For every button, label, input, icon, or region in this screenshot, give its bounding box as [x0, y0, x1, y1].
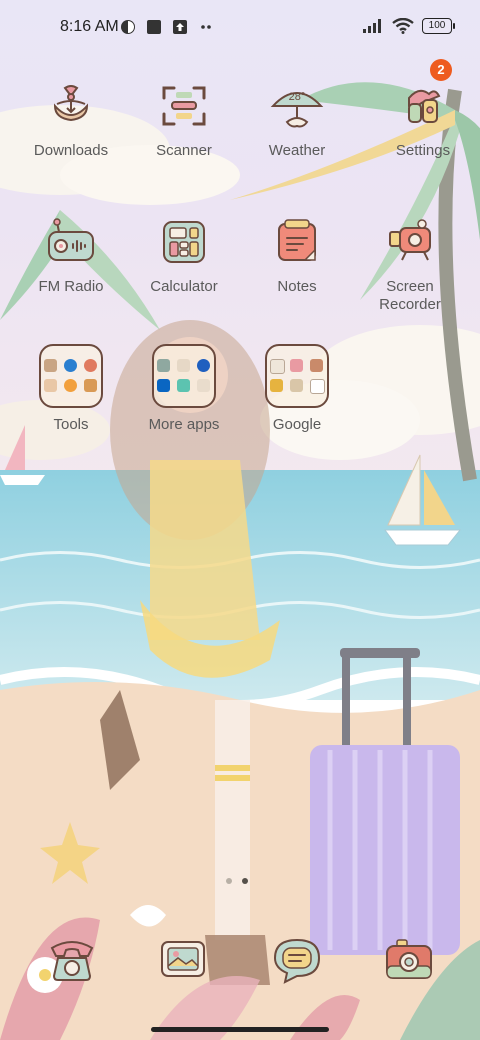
settings-icon [408, 89, 441, 123]
signal-icon [363, 19, 381, 33]
tool-app-icon [84, 379, 97, 392]
app-label: Weather [268, 142, 326, 159]
app-label: Notes [277, 278, 317, 295]
app-downloads[interactable]: Downloads [16, 78, 126, 160]
folder-google[interactable]: Google [242, 344, 352, 434]
app-mini-icon [157, 359, 170, 372]
linkedin-icon [157, 379, 170, 392]
dock-gallery[interactable] [154, 930, 214, 990]
app-notes[interactable]: Notes [242, 214, 352, 296]
app-screen-recorder[interactable]: Screen Recorder [355, 214, 465, 314]
tool-app-icon [44, 359, 57, 372]
dock-camera[interactable] [379, 930, 439, 990]
browser-icon [64, 359, 77, 372]
app-mini-icon [310, 379, 325, 394]
tool-app-icon [64, 379, 77, 392]
gallery-icon [161, 941, 205, 977]
folder-more-apps[interactable]: More apps [129, 344, 239, 434]
folder-preview [39, 344, 103, 408]
app-scanner[interactable]: Scanner [129, 78, 239, 160]
app-label: Calculator [150, 278, 218, 295]
more-notifications-icon [201, 25, 211, 29]
clock-icon [84, 359, 97, 372]
app-label: Scanner [156, 142, 212, 159]
camera-icon [386, 939, 432, 979]
gesture-navigation-bar[interactable] [151, 1027, 329, 1032]
settings-notification-badge: 2 [430, 59, 452, 81]
calculator-icon [163, 221, 205, 263]
notes-icon [278, 219, 316, 261]
folder-tools[interactable]: Tools [16, 344, 126, 434]
video-camera-icon [389, 219, 431, 261]
app-label: Downloads [33, 142, 109, 159]
app-mini-icon [310, 359, 323, 372]
app-label: Screen Recorder [355, 278, 465, 314]
app-mini-icon [177, 379, 190, 392]
scanner-icon [162, 86, 206, 126]
upload-icon [173, 20, 187, 34]
folder-label: Google [272, 416, 322, 433]
wifi-icon [392, 18, 414, 34]
dock-messages[interactable] [267, 930, 327, 990]
app-calculator[interactable]: Calculator [129, 214, 239, 296]
folder-preview [265, 344, 329, 408]
app-settings[interactable]: Settings [368, 78, 478, 160]
app-mini-icon [197, 359, 210, 372]
app-label: Settings [395, 142, 451, 159]
app-mini-icon [270, 359, 285, 374]
status-bar: 8:16 AM 100 [0, 0, 480, 56]
app-mini-icon [197, 379, 210, 392]
battery-icon: 100 [422, 18, 455, 34]
gmail-icon [290, 359, 303, 372]
phone-icon [50, 941, 94, 981]
messages-icon [273, 938, 321, 984]
app-notification-icon [147, 20, 161, 34]
page-dot-current[interactable] [242, 878, 248, 884]
downloads-icon [53, 85, 89, 122]
app-label: FM Radio [38, 278, 104, 295]
folder-label: More apps [148, 416, 220, 433]
radio-icon [48, 218, 94, 261]
status-time: 8:16 AM [60, 18, 119, 35]
app-mini-icon [270, 379, 283, 392]
tool-app-icon [44, 379, 57, 392]
app-mini-icon [177, 359, 190, 372]
app-fm-radio[interactable]: FM Radio [16, 214, 126, 296]
system-icons: 100 [362, 18, 455, 34]
notification-icons [120, 19, 214, 35]
folder-preview [152, 344, 216, 408]
weather-temperature: 28° [289, 91, 306, 103]
weather-icon: 28° [270, 91, 324, 128]
app-mini-icon [290, 379, 303, 392]
app-label-line: Screen [386, 278, 434, 295]
page-indicator [226, 878, 248, 884]
page-dot[interactable] [226, 878, 232, 884]
folder-label: Tools [53, 416, 89, 433]
dock-phone[interactable] [42, 930, 102, 990]
vpn-icon [121, 20, 135, 34]
app-label-line: Recorder [379, 296, 441, 313]
app-weather[interactable]: 28° Weather [242, 78, 352, 160]
